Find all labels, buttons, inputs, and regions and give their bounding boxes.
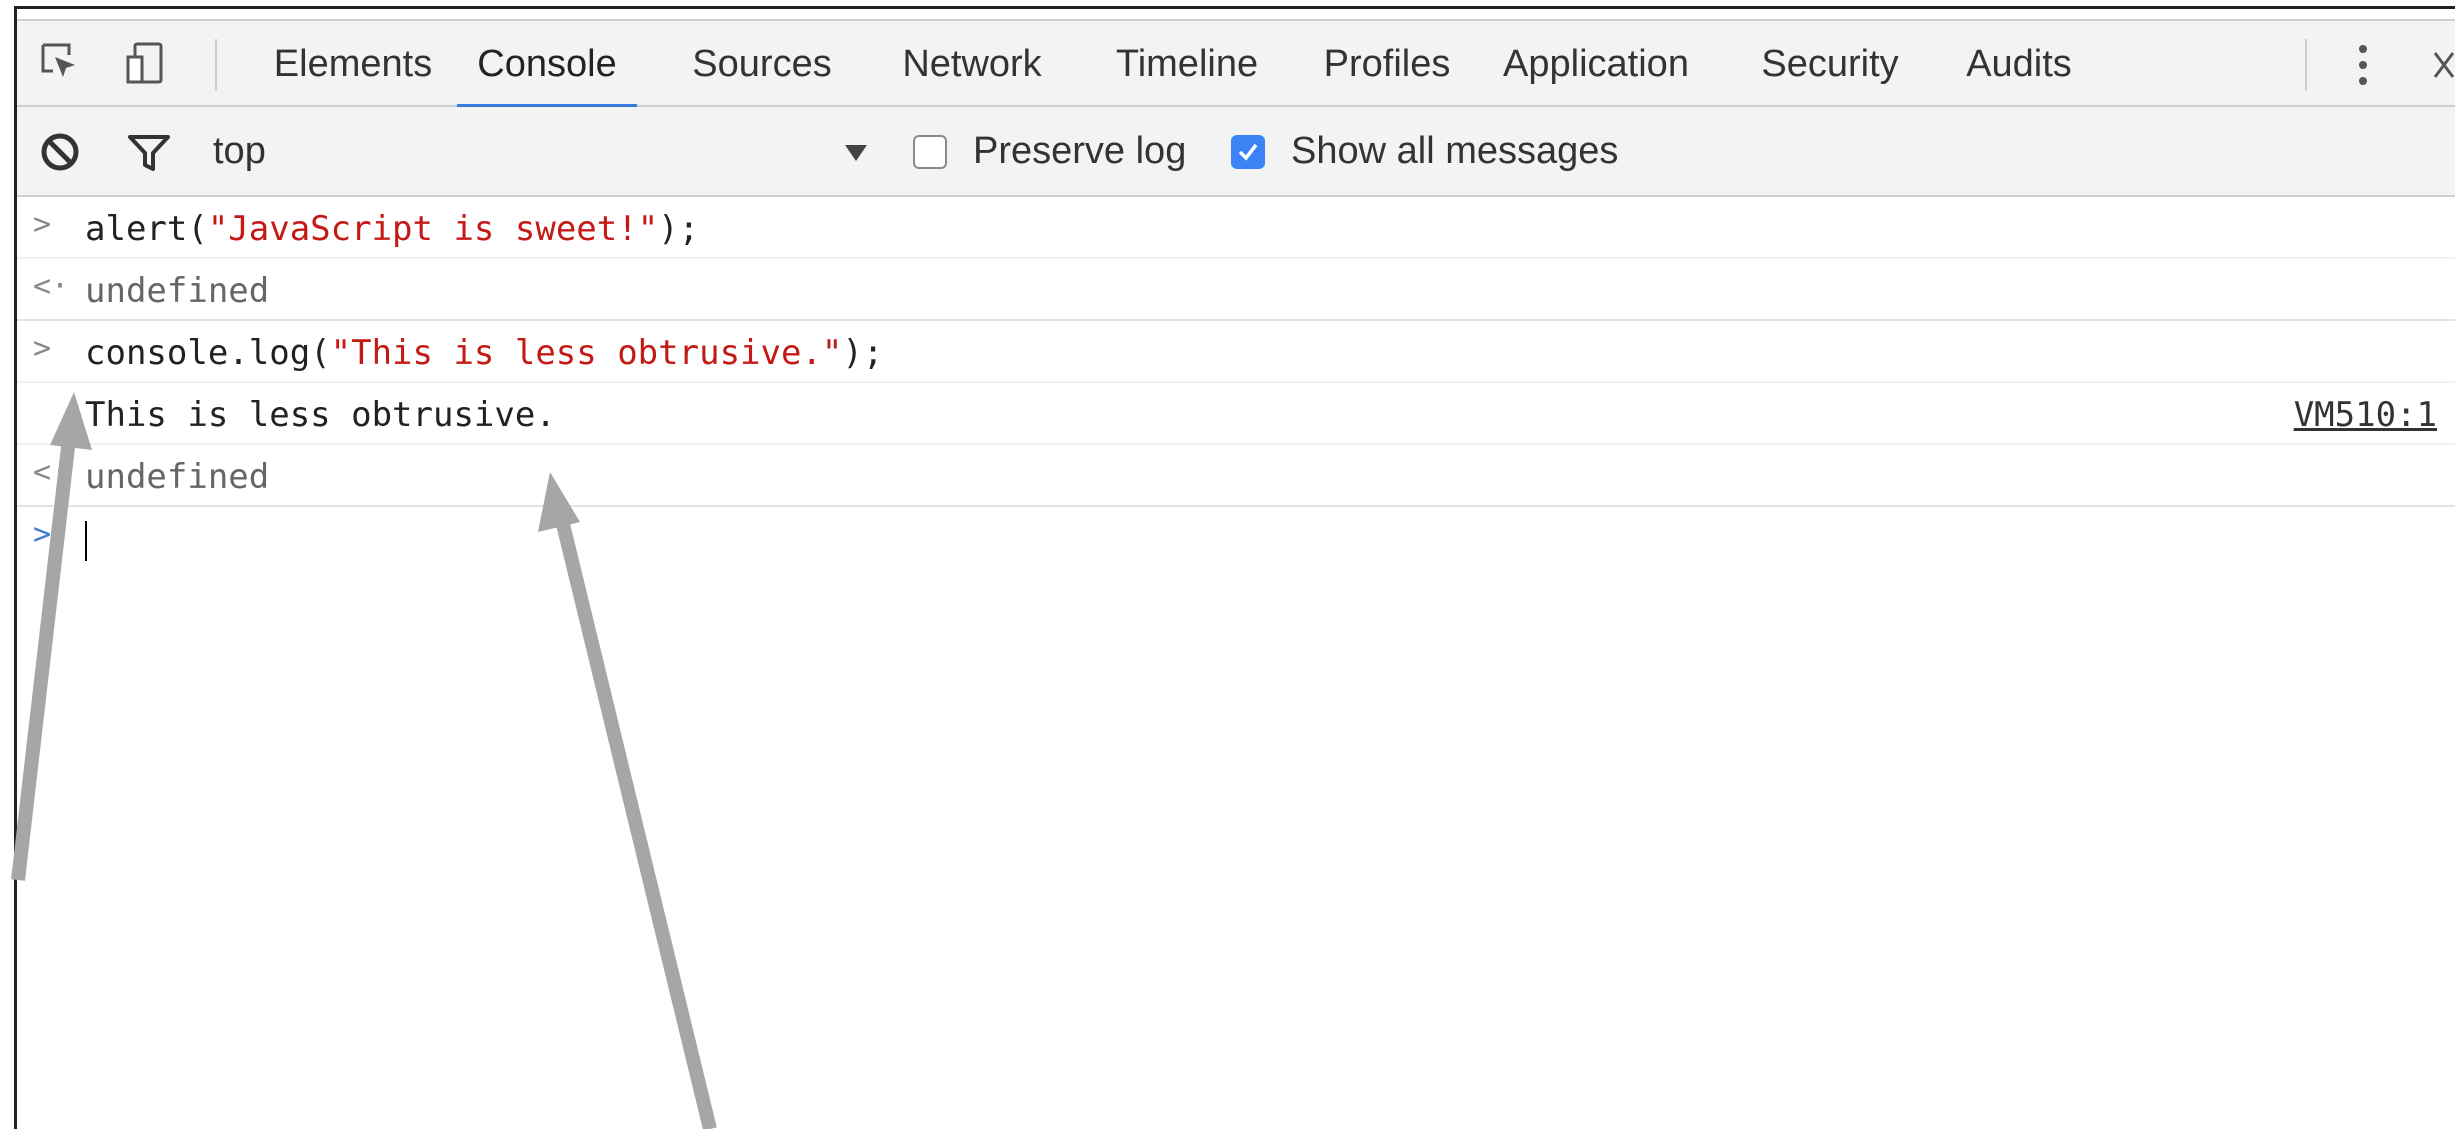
close-icon[interactable] — [2431, 49, 2455, 81]
filter-icon[interactable] — [127, 133, 171, 173]
console-input-row: > alert("JavaScript is sweet!"); — [17, 197, 2455, 259]
active-prompt-icon: > — [33, 517, 52, 552]
show-all-messages-label[interactable]: Show all messages — [1291, 107, 1618, 195]
device-mode-icon[interactable] — [125, 41, 165, 85]
console-input-text: console.log("This is less obtrusive."); — [85, 333, 884, 373]
console-input-row: > console.log("This is less obtrusive.")… — [17, 321, 2455, 383]
console-output[interactable]: > alert("JavaScript is sweet!"); <· unde… — [17, 197, 2455, 1129]
kebab-menu-icon[interactable] — [2355, 43, 2371, 87]
element-picker-icon[interactable] — [39, 41, 79, 81]
tab-profiles[interactable]: Profiles — [1313, 21, 1461, 107]
tab-elements[interactable]: Elements — [263, 21, 443, 107]
console-prompt-row[interactable]: > — [17, 507, 2455, 569]
tab-audits[interactable]: Audits — [1949, 21, 2089, 107]
tab-timeline[interactable]: Timeline — [1101, 21, 1273, 107]
tab-console[interactable]: Console — [457, 21, 637, 109]
tab-application[interactable]: Application — [1491, 21, 1701, 107]
console-filterbar: top Preserve log Show all messages — [17, 107, 2455, 197]
context-selector[interactable]: top — [213, 107, 266, 195]
console-result-text: undefined — [85, 457, 270, 497]
console-input-text: alert("JavaScript is sweet!"); — [85, 209, 700, 249]
tab-security[interactable]: Security — [1745, 21, 1915, 107]
toolbar-divider — [2305, 39, 2307, 91]
preserve-log-label[interactable]: Preserve log — [973, 107, 1186, 195]
console-log-text: This is less obtrusive. — [85, 395, 556, 435]
devtools-tabbar: Elements Console Sources Network Timelin… — [17, 19, 2455, 109]
tab-network[interactable]: Network — [889, 21, 1055, 107]
chevron-down-icon[interactable] — [843, 143, 869, 163]
result-prompt-icon: <· — [33, 455, 70, 490]
console-result-text: undefined — [85, 271, 270, 311]
toolbar-divider — [215, 39, 217, 91]
tab-sources[interactable]: Sources — [681, 21, 843, 107]
devtools-window: Elements Console Sources Network Timelin… — [14, 6, 2455, 1129]
console-result-row: <· undefined — [17, 259, 2455, 321]
source-link[interactable]: VM510:1 — [2294, 395, 2437, 435]
checkmark-icon — [1238, 143, 1258, 161]
console-result-row: <· undefined — [17, 445, 2455, 507]
show-all-messages-checkbox[interactable] — [1231, 135, 1265, 169]
console-log-row: This is less obtrusive. VM510:1 — [17, 383, 2455, 445]
result-prompt-icon: <· — [33, 269, 70, 304]
input-prompt-icon: > — [33, 331, 52, 366]
input-prompt-icon: > — [33, 207, 52, 242]
clear-console-icon[interactable] — [39, 131, 81, 173]
preserve-log-checkbox[interactable] — [913, 135, 947, 169]
text-caret — [85, 521, 87, 561]
